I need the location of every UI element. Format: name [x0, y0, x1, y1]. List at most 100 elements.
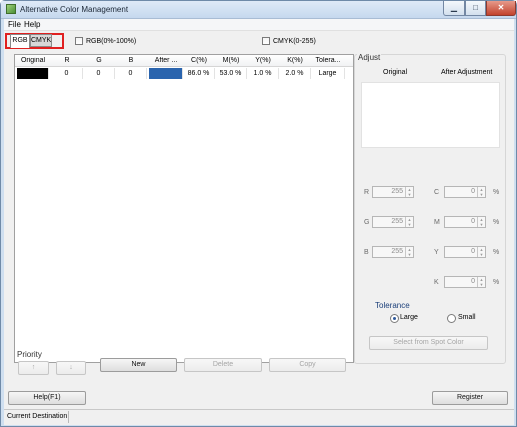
priority-down-button[interactable]: ↓ — [56, 361, 86, 375]
radio-small[interactable] — [447, 314, 456, 323]
app-icon — [6, 4, 16, 14]
cell-b: 0 — [115, 68, 147, 79]
radio-large-label[interactable]: Large — [400, 314, 418, 321]
status-bar: Current Destination — [4, 409, 514, 423]
col-b[interactable]: B — [115, 57, 147, 64]
down-arrow-icon: ▼ — [407, 222, 412, 227]
spin-k-value: 0 — [471, 278, 475, 285]
col-y[interactable]: Y(%) — [247, 57, 279, 64]
down-arrow-icon: ▼ — [479, 192, 484, 197]
maximize-button[interactable]: □ — [465, 1, 486, 16]
down-arrow-icon: ▼ — [407, 252, 412, 257]
delete-button[interactable]: Delete — [184, 358, 262, 372]
app-window: Alternative Color Management ▁ □ ✕ File … — [0, 0, 517, 427]
cell-r: 0 — [51, 68, 83, 79]
color-table[interactable]: Original R G B After ... C(%) M(%) Y(%) … — [14, 54, 354, 363]
cmyk-255-label: CMYK(0-255) — [273, 38, 316, 45]
label-r: R — [364, 189, 370, 196]
label-y: Y — [434, 249, 439, 256]
cell-k: 2.0 % — [279, 68, 311, 79]
tolerance-title: Tolerance — [375, 301, 410, 310]
client-area: File Help RGB CMYK RGB(0%-100%) CMYK(0-2… — [4, 19, 514, 425]
spin-c-value: 0 — [471, 188, 475, 195]
cell-c: 86.0 % — [183, 68, 215, 79]
spin-arrows[interactable]: ▲ ▼ — [477, 247, 485, 257]
maximize-icon: □ — [473, 3, 478, 12]
col-m[interactable]: M(%) — [215, 57, 247, 64]
tab-cmyk[interactable]: CMYK — [30, 34, 52, 47]
down-arrow-icon: ▼ — [407, 192, 412, 197]
new-button[interactable]: New — [100, 358, 177, 372]
percent-m: % — [493, 219, 500, 226]
col-tolerance[interactable]: Tolera... — [311, 57, 345, 64]
spin-r-value: 255 — [391, 188, 403, 195]
spin-y[interactable]: 0 ▲ ▼ — [444, 246, 486, 258]
close-button[interactable]: ✕ — [486, 1, 516, 16]
close-icon: ✕ — [497, 3, 505, 12]
cell-g: 0 — [83, 68, 115, 79]
spin-arrows[interactable]: ▲ ▼ — [477, 217, 485, 227]
label-c: C — [434, 189, 440, 196]
spin-g-value: 255 — [391, 218, 403, 225]
after-swatch — [149, 68, 183, 79]
priority-title: Priority — [17, 350, 42, 359]
radio-small-label[interactable]: Small — [458, 314, 476, 321]
original-swatch — [17, 68, 49, 79]
spin-arrows[interactable]: ▲ ▼ — [477, 187, 485, 197]
spin-b[interactable]: 255 ▲ ▼ — [372, 246, 414, 258]
menu-file[interactable]: File — [8, 20, 21, 29]
spin-arrows[interactable]: ▲ ▼ — [405, 217, 413, 227]
spin-m-value: 0 — [471, 218, 475, 225]
down-arrow-icon: ▼ — [479, 252, 484, 257]
status-current-destination: Current Destination — [5, 411, 69, 423]
down-arrow-icon: ▼ — [479, 282, 484, 287]
label-k: K — [434, 279, 439, 286]
percent-y: % — [493, 249, 500, 256]
cell-m: 53.0 % — [215, 68, 247, 79]
cell-tolerance: Large — [311, 68, 345, 79]
help-button[interactable]: Help(F1) — [8, 391, 86, 405]
spin-arrows[interactable]: ▲ ▼ — [477, 277, 485, 287]
tab-rgb[interactable]: RGB — [10, 34, 30, 48]
checkbox-box — [75, 37, 83, 45]
label-b: B — [364, 249, 369, 256]
copy-button[interactable]: Copy — [269, 358, 346, 372]
register-button[interactable]: Register — [432, 391, 508, 405]
spin-c[interactable]: 0 ▲ ▼ — [444, 186, 486, 198]
spin-arrows[interactable]: ▲ ▼ — [405, 187, 413, 197]
col-after[interactable]: After ... — [149, 57, 183, 64]
select-spot-color-button[interactable]: Select from Spot Color — [369, 336, 488, 350]
down-arrow-icon: ▼ — [479, 222, 484, 227]
tolerance-group: Tolerance Large Small — [369, 299, 489, 329]
spin-g[interactable]: 255 ▲ ▼ — [372, 216, 414, 228]
spin-arrows[interactable]: ▲ ▼ — [405, 247, 413, 257]
col-c[interactable]: C(%) — [183, 57, 215, 64]
adjust-panel: Adjust Original After Adjustment R 255 ▲… — [354, 53, 506, 364]
menu-bar: File Help — [4, 19, 514, 31]
rgb-percent-label: RGB(0%-100%) — [86, 38, 137, 45]
percent-c: % — [493, 189, 500, 196]
col-k[interactable]: K(%) — [279, 57, 311, 64]
col-r[interactable]: R — [51, 57, 83, 64]
priority-up-button[interactable]: ↑ — [18, 361, 49, 375]
table-header: Original R G B After ... C(%) M(%) Y(%) … — [15, 55, 353, 67]
radio-large[interactable] — [390, 314, 399, 323]
adjust-preview — [361, 82, 500, 148]
spin-k[interactable]: 0 ▲ ▼ — [444, 276, 486, 288]
menu-help[interactable]: Help — [24, 20, 40, 29]
minimize-button[interactable]: ▁ — [443, 1, 465, 16]
label-g: G — [364, 219, 370, 226]
col-original[interactable]: Original — [17, 57, 49, 64]
spin-y-value: 0 — [471, 248, 475, 255]
spin-m[interactable]: 0 ▲ ▼ — [444, 216, 486, 228]
spin-b-value: 255 — [391, 248, 403, 255]
spin-r[interactable]: 255 ▲ ▼ — [372, 186, 414, 198]
adjust-original-label: Original — [383, 69, 408, 76]
percent-k: % — [493, 279, 500, 286]
label-m: M — [434, 219, 440, 226]
table-row[interactable]: 0 0 0 86.0 % 53.0 % 1.0 % 2.0 % Large — [15, 68, 353, 79]
cell-y: 1.0 % — [247, 68, 279, 79]
col-g[interactable]: G — [83, 57, 115, 64]
adjust-title: Adjust — [357, 53, 382, 62]
window-title: Alternative Color Management — [20, 5, 129, 14]
